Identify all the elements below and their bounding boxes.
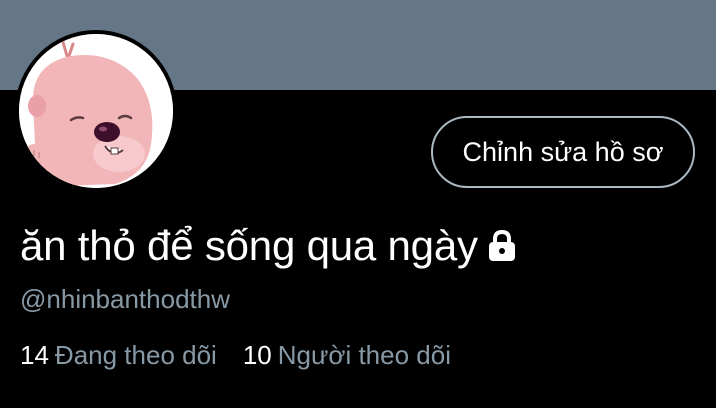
pink-beaver-avatar xyxy=(19,34,173,188)
followers-count: 10 xyxy=(242,340,272,370)
following-count: 14 xyxy=(20,340,49,370)
followers-stat[interactable]: 10 Người theo dõi xyxy=(243,340,451,371)
display-name-row: ăn thỏ để sống qua ngày xyxy=(20,222,518,270)
edit-profile-button[interactable]: Chỉnh sửa hồ sơ xyxy=(431,116,695,188)
following-stat[interactable]: 14 Đang theo dõi xyxy=(20,340,217,371)
profile-handle: @nhinbanthodthw xyxy=(20,284,230,314)
avatar[interactable] xyxy=(19,34,173,188)
avatar-frame[interactable] xyxy=(15,30,177,192)
display-name: ăn thỏ để sống qua ngày xyxy=(20,222,478,269)
followers-label: Người theo dõi xyxy=(277,340,451,370)
follow-stats: 14 Đang theo dõi 10 Người theo dõi xyxy=(20,340,451,371)
lock-icon xyxy=(486,229,518,263)
following-label: Đang theo dõi xyxy=(54,340,217,370)
